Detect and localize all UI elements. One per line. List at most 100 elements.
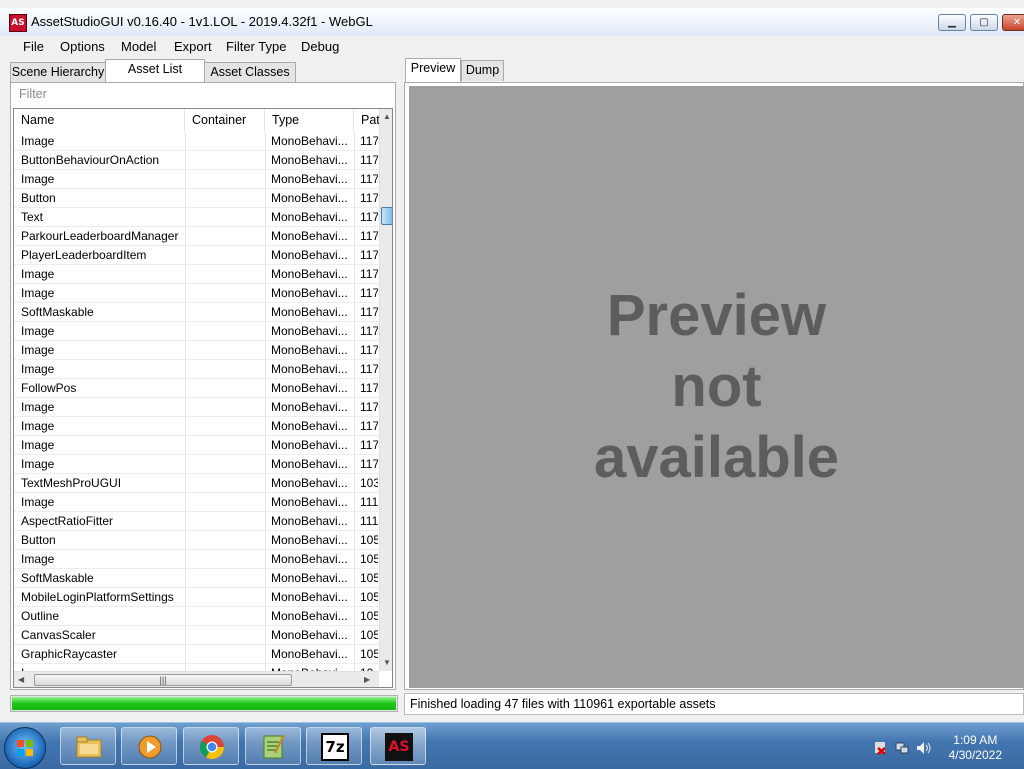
tab-asset-classes[interactable]: Asset Classes <box>204 62 296 82</box>
row-type-cell: MonoBehavi... <box>271 419 348 433</box>
loading-progress-bar <box>10 695 398 712</box>
tab-asset-list[interactable]: Asset List <box>105 59 205 82</box>
table-row[interactable]: FollowPos MonoBehavi... 117 <box>14 379 379 398</box>
maximize-button[interactable]: ▢ <box>970 14 998 31</box>
row-path-cell: 117 <box>360 362 378 376</box>
row-path-cell: 111 <box>360 495 378 509</box>
vertical-scroll-thumb[interactable] <box>381 207 392 225</box>
table-row[interactable]: TextMeshProUGUI MonoBehavi... 103 <box>14 474 379 493</box>
table-row[interactable]: ButtonBehaviourOnAction MonoBehavi... 117 <box>14 151 379 170</box>
row-type-cell: MonoBehavi... <box>271 343 348 357</box>
tab-preview[interactable]: Preview <box>405 58 461 82</box>
taskbar-notepad-plus-button[interactable] <box>245 727 301 765</box>
row-path-cell: 117 <box>360 210 378 224</box>
scroll-right-icon[interactable]: ▶ <box>364 675 370 684</box>
taskbar-7zip-button[interactable]: 7z <box>306 727 362 765</box>
table-row[interactable]: ParkourLeaderboardManager MonoBehavi... 11… <box>14 227 379 246</box>
table-row[interactable]: CanvasScaler MonoBehavi... 105 <box>14 626 379 645</box>
windows-logo-icon <box>17 740 33 756</box>
table-row[interactable]: MobileLoginPlatformSettings MonoBehavi...… <box>14 588 379 607</box>
row-name-cell: Image <box>21 419 55 433</box>
row-path-cell: 117 <box>360 134 378 148</box>
row-path-cell: 105 <box>360 590 378 604</box>
column-header-name[interactable]: Name <box>14 109 185 131</box>
row-name-cell: Image <box>21 438 55 452</box>
menu-model[interactable]: Model <box>121 39 156 54</box>
menu-file[interactable]: File <box>23 39 44 54</box>
close-button[interactable]: ✕ <box>1002 14 1024 31</box>
table-row[interactable]: Image MonoBehavi... 117 <box>14 417 379 436</box>
table-row[interactable]: Button MonoBehavi... 105 <box>14 531 379 550</box>
action-center-icon[interactable] <box>873 741 887 755</box>
horizontal-scroll-thumb[interactable]: ||| <box>34 674 292 686</box>
row-type-cell: MonoBehavi... <box>271 248 348 262</box>
notepad-plus-icon <box>263 734 286 759</box>
column-header-type[interactable]: Type <box>265 109 354 131</box>
start-button[interactable] <box>4 727 46 769</box>
table-row[interactable]: Image MonoBehavi... 117 <box>14 132 379 151</box>
taskbar-chrome-button[interactable] <box>183 727 239 765</box>
taskbar-media-player-button[interactable] <box>121 727 177 765</box>
table-row[interactable]: Button MonoBehavi... 117 <box>14 189 379 208</box>
table-row[interactable]: Image MonoBehavi... 117 <box>14 455 379 474</box>
row-path-cell: 117 <box>360 381 378 395</box>
table-row[interactable]: PlayerLeaderboardItem MonoBehavi... 117 <box>14 246 379 265</box>
row-name-cell: ButtonBehaviourOnAction <box>21 153 160 167</box>
table-row[interactable]: Image MonoBehavi... 117 <box>14 265 379 284</box>
menu-debug[interactable]: Debug <box>301 39 339 54</box>
volume-icon[interactable] <box>916 741 932 755</box>
table-row[interactable]: Image MonoBehavi... 105 <box>14 550 379 569</box>
taskbar-assetstudio-button[interactable]: AS <box>370 727 426 765</box>
table-row[interactable]: AspectRatioFitter MonoBehavi... 111 <box>14 512 379 531</box>
table-row[interactable]: Image MonoBehavi... 117 <box>14 360 379 379</box>
row-name-cell: Image <box>21 552 55 566</box>
assetstudio-icon: AS <box>385 733 413 761</box>
table-row[interactable]: Image MonoBehavi... 117 <box>14 398 379 417</box>
scroll-down-icon[interactable]: ▼ <box>383 658 391 667</box>
row-name-cell: Image <box>21 362 55 376</box>
menu-options[interactable]: Options <box>60 39 105 54</box>
asset-rows: Image MonoBehavi... 117 ButtonBehaviourOnAc… <box>14 132 379 683</box>
row-name-cell: AspectRatioFitter <box>21 514 114 528</box>
taskbar-clock[interactable]: 1:09 AM 4/30/2022 <box>949 733 1002 763</box>
row-type-cell: MonoBehavi... <box>271 191 348 205</box>
column-header-path[interactable]: Pat <box>354 109 380 131</box>
row-path-cell: 117 <box>360 229 378 243</box>
table-row[interactable]: Outline MonoBehavi... 105 <box>14 607 379 626</box>
table-row[interactable]: Image MonoBehavi... 117 <box>14 436 379 455</box>
row-path-cell: 117 <box>360 191 378 205</box>
row-path-cell: 105 <box>360 628 378 642</box>
row-type-cell: MonoBehavi... <box>271 229 348 243</box>
preview-unavailable-text: Preview not available <box>409 280 1024 493</box>
network-icon[interactable] <box>895 741 909 755</box>
scroll-left-icon[interactable]: ◀ <box>18 675 24 684</box>
tab-dump[interactable]: Dump <box>461 60 504 81</box>
horizontal-scrollbar[interactable]: ◀ ||| ▶ <box>14 671 379 687</box>
table-row[interactable]: Image MonoBehavi... 117 <box>14 284 379 303</box>
menu-export[interactable]: Export <box>174 39 212 54</box>
table-row[interactable]: Image MonoBehavi... 117 <box>14 322 379 341</box>
asset-list-view[interactable]: Name Container Type Pat Image MonoBehavi.… <box>13 108 393 688</box>
preview-line-1: Preview <box>606 283 827 348</box>
row-path-cell: 117 <box>360 286 378 300</box>
tab-scene-hierarchy[interactable]: Scene Hierarchy <box>10 62 106 82</box>
column-header-container[interactable]: Container <box>185 109 265 131</box>
taskbar-explorer-button[interactable] <box>60 727 116 765</box>
menu-filter-type[interactable]: Filter Type <box>226 39 286 54</box>
table-row[interactable]: Image MonoBehavi... 111 <box>14 493 379 512</box>
maximize-icon: ▢ <box>979 17 989 28</box>
title-bar[interactable]: AS AssetStudioGUI v0.16.40 - 1v1.LOL - 2… <box>0 8 1024 37</box>
table-row[interactable]: GraphicRaycaster MonoBehavi... 105 <box>14 645 379 664</box>
row-path-cell: 117 <box>360 153 378 167</box>
table-row[interactable]: Image MonoBehavi... 117 <box>14 170 379 189</box>
scroll-up-icon[interactable]: ▲ <box>383 112 391 121</box>
table-row[interactable]: Text MonoBehavi... 117 <box>14 208 379 227</box>
minimize-button[interactable]: ▁ <box>938 14 966 31</box>
row-path-cell: 117 <box>360 400 378 414</box>
row-type-cell: MonoBehavi... <box>271 495 348 509</box>
filter-input[interactable]: Filter <box>13 85 393 103</box>
vertical-scrollbar[interactable]: ▲ ▼ <box>379 109 392 671</box>
table-row[interactable]: SoftMaskable MonoBehavi... 117 <box>14 303 379 322</box>
table-row[interactable]: Image MonoBehavi... 117 <box>14 341 379 360</box>
table-row[interactable]: SoftMaskable MonoBehavi... 105 <box>14 569 379 588</box>
